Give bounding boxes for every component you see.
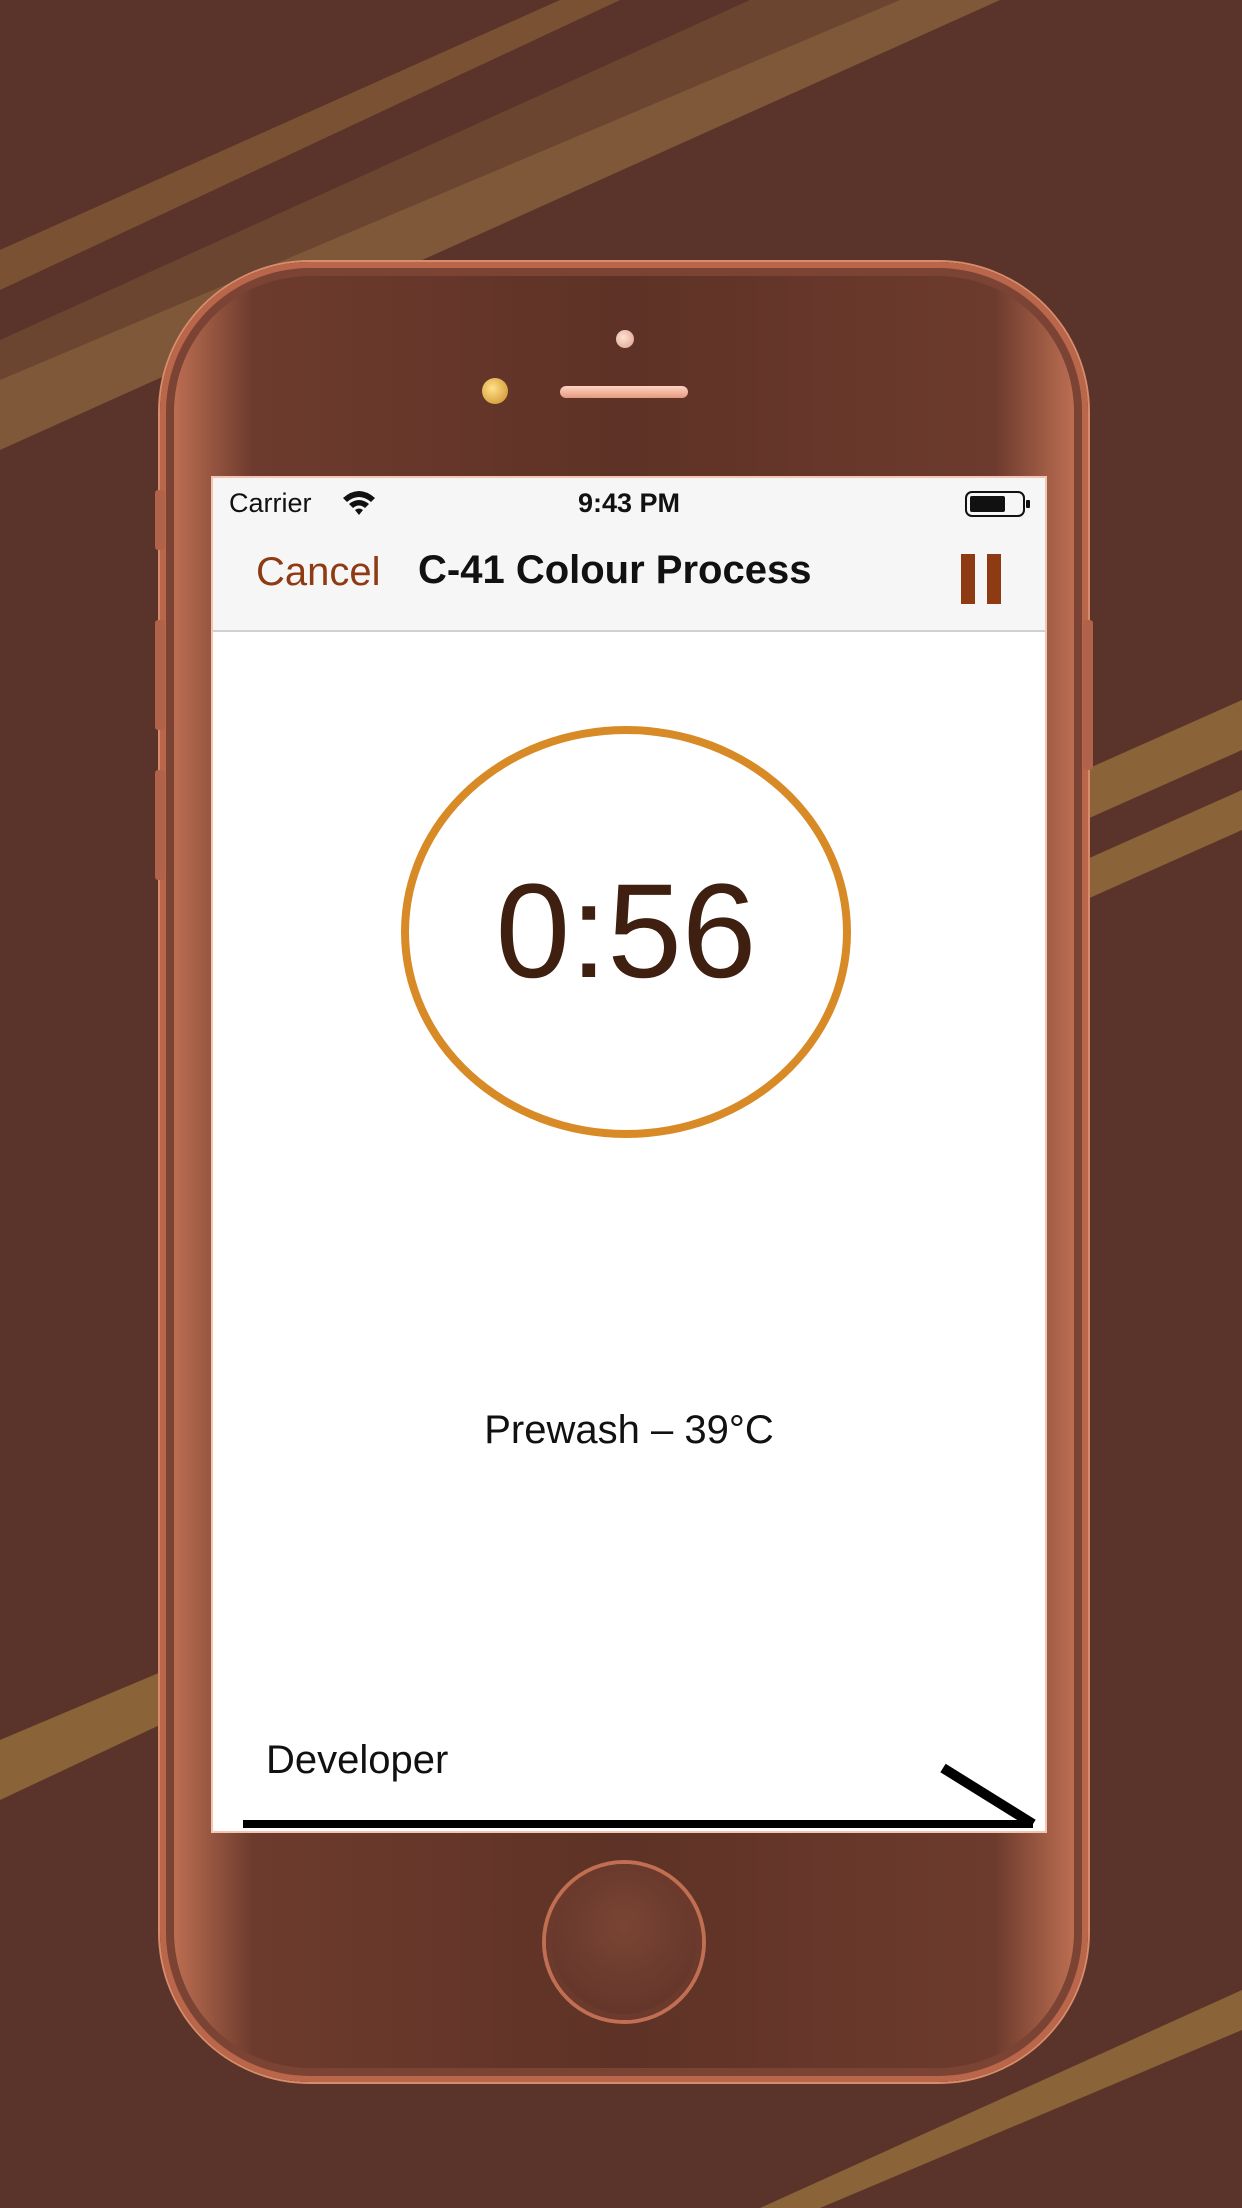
volume-up-button <box>155 620 165 730</box>
volume-down-button <box>155 770 165 880</box>
page-title: C-41 Colour Process <box>418 548 812 592</box>
front-camera <box>616 330 634 348</box>
status-time: 9:43 PM <box>577 488 681 518</box>
app-screen: Carrier 9:43 PM Cancel C-41 Colour Proce… <box>213 478 1045 1831</box>
navigation-bar: Cancel C-41 Colour Process <box>213 528 1045 632</box>
mute-switch <box>155 490 165 550</box>
cancel-button[interactable]: Cancel <box>256 550 381 595</box>
current-step-label: Prewash – 39°C <box>484 1408 774 1452</box>
status-bar: Carrier 9:43 PM <box>213 478 1045 528</box>
next-step-arrow <box>243 1763 1036 1828</box>
power-button <box>1083 620 1093 770</box>
battery-icon <box>965 491 1030 517</box>
home-button[interactable] <box>546 1864 702 2020</box>
earpiece-speaker <box>560 386 688 398</box>
timer-countdown: 0:56 <box>495 857 757 1006</box>
pause-button[interactable] <box>961 554 1005 604</box>
proximity-sensor <box>482 378 508 404</box>
